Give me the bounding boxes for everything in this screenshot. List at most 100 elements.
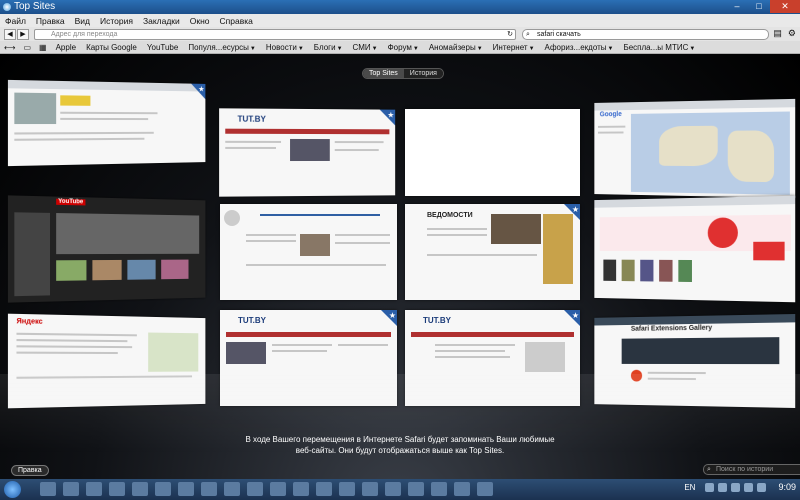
taskbar-app-icon[interactable] bbox=[408, 482, 424, 496]
window-controls: – □ ✕ bbox=[726, 0, 800, 14]
minimize-button[interactable]: – bbox=[726, 0, 748, 13]
clock[interactable]: 9:09 bbox=[778, 482, 796, 492]
start-button[interactable] bbox=[4, 481, 21, 498]
bookmarks-book-icon[interactable]: ▭ bbox=[19, 43, 35, 52]
search-value: safari скачать bbox=[537, 31, 581, 38]
taskbar-app-icon[interactable] bbox=[270, 482, 286, 496]
maximize-button[interactable]: □ bbox=[748, 0, 770, 13]
chevron-down-icon: ▼ bbox=[476, 45, 483, 52]
toolbar-right-icons: ▤ ⚙ bbox=[767, 28, 796, 39]
bookmark-forum[interactable]: Форум▼ bbox=[383, 43, 424, 52]
pinned-star-icon: ★ bbox=[564, 204, 580, 220]
bookmark-anonymizers[interactable]: Аномайзеры▼ bbox=[424, 43, 488, 52]
pinned-star-icon: ★ bbox=[191, 83, 206, 100]
bookmark-media[interactable]: СМИ▼ bbox=[348, 43, 383, 52]
edit-button[interactable]: Правка bbox=[11, 465, 49, 476]
tab-top-sites[interactable]: Top Sites bbox=[363, 69, 404, 78]
page-menu-icon[interactable]: ▤ bbox=[773, 28, 782, 39]
menu-window[interactable]: Окно bbox=[185, 16, 215, 26]
close-button[interactable]: ✕ bbox=[770, 0, 800, 13]
nav-buttons: ◀ ▶ bbox=[4, 29, 30, 40]
bookmark-news[interactable]: Новости▼ bbox=[261, 43, 309, 52]
tray-icon[interactable] bbox=[705, 482, 715, 492]
bookmark-free-mtis[interactable]: Беспла...ы МТИС▼ bbox=[618, 43, 700, 52]
taskbar-app-icon[interactable] bbox=[431, 482, 447, 496]
taskbar-app-icon[interactable] bbox=[247, 482, 263, 496]
bookmark-youtube[interactable]: YouTube bbox=[142, 43, 183, 52]
taskbar-app-icon[interactable] bbox=[339, 482, 355, 496]
taskbar-app-icon[interactable] bbox=[201, 482, 217, 496]
safari-app-icon bbox=[3, 3, 11, 11]
tray-icon[interactable] bbox=[744, 482, 754, 492]
top-site-thumbnail[interactable]: TUT.BY ★ bbox=[219, 108, 396, 197]
top-site-thumbnail[interactable] bbox=[405, 109, 580, 196]
chevron-down-icon: ▼ bbox=[412, 45, 419, 52]
forward-icon[interactable]: ▶ bbox=[17, 29, 29, 40]
system-tray: EN 9:09 bbox=[684, 482, 796, 492]
top-site-thumbnail[interactable]: YouTube bbox=[7, 195, 206, 303]
view-switcher: Top Sites История bbox=[362, 68, 444, 79]
language-indicator[interactable]: EN bbox=[684, 483, 695, 492]
bookmark-popular-resources[interactable]: Популя...есурсы▼ bbox=[183, 43, 261, 52]
windows-taskbar: EN 9:09 bbox=[0, 479, 800, 500]
toolbar: ◀ ▶ Адрес для перехода ↻ ⌕ safari скачат… bbox=[0, 27, 800, 41]
taskbar-app-icon[interactable] bbox=[155, 482, 171, 496]
settings-gear-icon[interactable]: ⚙ bbox=[788, 28, 796, 39]
search-field[interactable]: ⌕ safari скачать bbox=[522, 29, 769, 40]
volume-icon[interactable] bbox=[757, 482, 767, 492]
tab-history[interactable]: История bbox=[403, 69, 443, 78]
chevron-down-icon: ▼ bbox=[297, 45, 304, 52]
taskbar-app-icon[interactable] bbox=[477, 482, 493, 496]
back-icon[interactable]: ◀ bbox=[4, 29, 16, 40]
taskbar-app-icon[interactable] bbox=[40, 482, 56, 496]
taskbar-app-icon[interactable] bbox=[362, 482, 378, 496]
menu-history[interactable]: История bbox=[95, 16, 138, 26]
top-site-thumbnail[interactable]: Google bbox=[594, 98, 796, 199]
taskbar-app-icon[interactable] bbox=[385, 482, 401, 496]
menu-bar: Файл Правка Вид История Закладки Окно Сп… bbox=[0, 14, 800, 28]
taskbar-apps bbox=[40, 482, 500, 496]
top-site-thumbnail[interactable] bbox=[594, 195, 796, 303]
bookmark-blogs[interactable]: Блоги▼ bbox=[309, 43, 348, 52]
menu-view[interactable]: Вид bbox=[70, 16, 95, 26]
bookmarks-bar: ⟷ ▭ ▦ Apple Карты Google YouTube Популя.… bbox=[0, 41, 800, 54]
top-sites-message: В ходе Вашего перемещения в Интернете Sa… bbox=[245, 435, 555, 455]
top-site-thumbnail[interactable]: ВЕДОМОСТИ ★ bbox=[405, 204, 580, 300]
window-titlebar: Top Sites – □ ✕ bbox=[0, 0, 800, 14]
top-site-thumbnail[interactable] bbox=[220, 204, 397, 300]
top-sites-view: Top Sites История ★ TUT.BY ★ Google YouT… bbox=[0, 54, 800, 479]
taskbar-app-icon[interactable] bbox=[86, 482, 102, 496]
bookmark-apple[interactable]: Apple bbox=[51, 43, 81, 52]
tray-icon[interactable] bbox=[731, 482, 741, 492]
menu-file[interactable]: Файл bbox=[0, 16, 31, 26]
taskbar-app-icon[interactable] bbox=[316, 482, 332, 496]
bookmark-internet[interactable]: Интернет▼ bbox=[488, 43, 540, 52]
taskbar-app-icon[interactable] bbox=[224, 482, 240, 496]
taskbar-app-icon[interactable] bbox=[293, 482, 309, 496]
taskbar-app-icon[interactable] bbox=[178, 482, 194, 496]
chevron-down-icon: ▼ bbox=[336, 45, 343, 52]
bookmark-google-maps[interactable]: Карты Google bbox=[81, 43, 142, 52]
taskbar-app-icon[interactable] bbox=[63, 482, 79, 496]
chevron-down-icon: ▼ bbox=[249, 45, 256, 52]
pinned-star-icon: ★ bbox=[381, 310, 397, 326]
menu-help[interactable]: Справка bbox=[215, 16, 258, 26]
bookmark-aphorisms[interactable]: Афориз...екдоты▼ bbox=[540, 43, 619, 52]
window-title: Top Sites bbox=[14, 1, 56, 12]
taskbar-app-icon[interactable] bbox=[132, 482, 148, 496]
taskbar-app-icon[interactable] bbox=[109, 482, 125, 496]
search-icon: ⌕ bbox=[707, 466, 711, 473]
pinned-star-icon: ★ bbox=[379, 109, 396, 126]
top-site-thumbnail[interactable]: ★ bbox=[7, 79, 206, 167]
top-sites-grid-icon[interactable]: ▦ bbox=[35, 43, 51, 52]
chevron-down-icon: ▼ bbox=[371, 45, 378, 52]
address-bar[interactable]: Адрес для перехода ↻ bbox=[34, 29, 516, 40]
refresh-icon[interactable]: ↻ bbox=[507, 30, 513, 39]
history-search-field[interactable]: ⌕ Поиск по истории bbox=[703, 464, 800, 475]
menu-edit[interactable]: Правка bbox=[31, 16, 70, 26]
reading-list-icon[interactable]: ⟷ bbox=[0, 43, 19, 52]
menu-bookmarks[interactable]: Закладки bbox=[138, 16, 185, 26]
tray-icon[interactable] bbox=[718, 482, 728, 492]
chevron-down-icon: ▼ bbox=[528, 45, 535, 52]
taskbar-app-icon[interactable] bbox=[454, 482, 470, 496]
